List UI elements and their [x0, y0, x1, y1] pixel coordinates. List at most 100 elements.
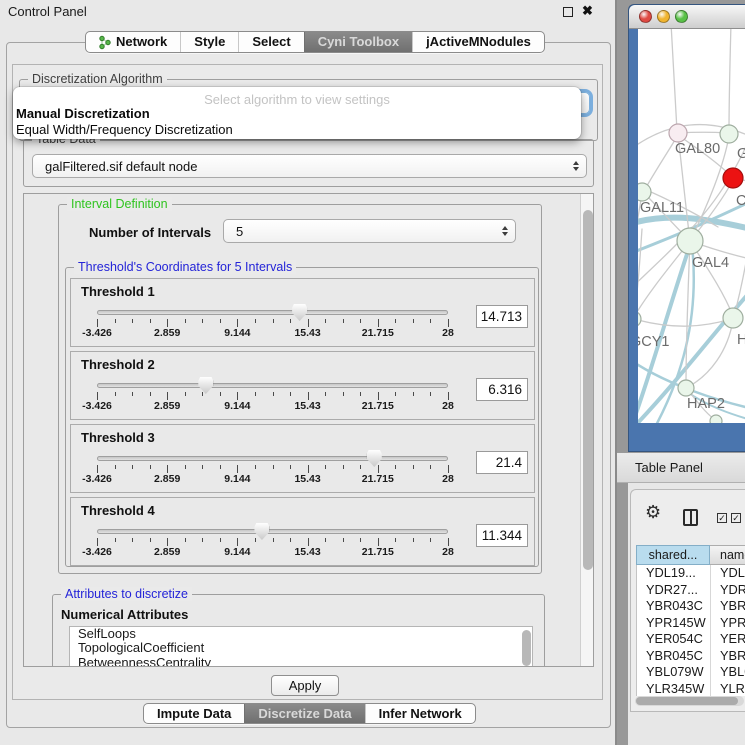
tab-label: Style — [194, 32, 225, 52]
table-row[interactable]: YBR045CYBR045C — [637, 648, 745, 665]
column-header-name[interactable]: name — [710, 545, 745, 565]
tab-infer-network[interactable]: Infer Network — [365, 704, 475, 723]
slider-track[interactable] — [97, 456, 448, 461]
slider-thumb[interactable] — [292, 304, 307, 321]
cell-name: YPR145W — [712, 615, 745, 632]
threshold-value-field[interactable]: 6.316 — [476, 378, 528, 401]
tab-network[interactable]: Network — [86, 32, 180, 52]
attribute-list-item[interactable]: BetweennessCentrality — [70, 656, 532, 667]
slider-tick — [325, 538, 326, 542]
split-columns-icon[interactable] — [683, 509, 698, 526]
threshold-label: Threshold 4 — [81, 503, 155, 518]
combo-stepper-icon — [502, 226, 508, 236]
settings-scrollbar-thumb[interactable] — [583, 210, 593, 570]
slider-tick — [237, 538, 238, 546]
tab-impute-data[interactable]: Impute Data — [144, 704, 244, 723]
network-node[interactable] — [677, 228, 703, 254]
slider-tick-label: 2.859 — [154, 327, 180, 339]
table-data-value: galFiltered.sif default node — [45, 159, 197, 174]
threshold-value-field[interactable]: 11.344 — [476, 524, 528, 547]
slider-track[interactable] — [97, 310, 448, 315]
table-row[interactable]: YBR043CYBR043C — [637, 598, 745, 615]
tab-select[interactable]: Select — [238, 32, 303, 52]
slider-tick — [378, 465, 379, 473]
network-node[interactable] — [723, 308, 743, 328]
slider-tick — [167, 538, 168, 546]
table-row[interactable]: YER054CYER054C — [637, 631, 745, 648]
table-row[interactable]: YLR345WYLR345W — [637, 681, 745, 697]
algorithm-option-equal-width[interactable]: Equal Width/Frequency Discretization — [16, 122, 233, 137]
slider-thumb[interactable] — [254, 523, 269, 540]
network-node[interactable] — [638, 311, 641, 327]
slider-tick — [132, 538, 133, 542]
settings-scrollpane: Interval Definition Number of Intervals … — [23, 193, 594, 667]
slider-tick-label: -3.426 — [82, 546, 112, 558]
tab-cyni-toolbox[interactable]: Cyni Toolbox — [304, 32, 412, 52]
network-node[interactable] — [638, 183, 651, 201]
network-window-titlebar[interactable] — [629, 5, 745, 29]
slider-thumb[interactable] — [198, 377, 213, 394]
checkbox-icon[interactable]: ✓ — [731, 513, 741, 523]
slider-thumb[interactable] — [367, 450, 382, 467]
slider-track[interactable] — [97, 529, 448, 534]
cell-name: YER054C — [712, 631, 745, 648]
slider-tick — [220, 538, 221, 542]
attribute-list-item[interactable]: SelfLoops — [70, 627, 532, 641]
minimize-traffic-light[interactable] — [657, 10, 670, 23]
gear-icon[interactable]: ⚙ — [645, 502, 661, 523]
slider-tick — [378, 392, 379, 400]
attribute-list-item[interactable]: TopologicalCoefficient — [70, 641, 532, 655]
network-node[interactable] — [723, 168, 743, 188]
network-node-label: H — [737, 332, 745, 348]
table-panel-toolbar-frame: ⚙ ✓ ✓ shared... name YDL19...YDL19...YDR… — [630, 489, 745, 712]
slider-tick — [150, 392, 151, 396]
slider-tick — [430, 465, 431, 469]
slider-tick — [167, 465, 168, 473]
control-panel-titlebar[interactable]: Control Panel ✖ — [0, 0, 615, 22]
number-of-intervals-combobox[interactable]: 5 — [223, 219, 516, 243]
network-node[interactable] — [669, 124, 687, 142]
table-row[interactable]: YPR145WYPR145W — [637, 615, 745, 632]
network-canvas[interactable]: GAL80GACGAL11GAL4GCY1HHAP2 — [638, 29, 745, 423]
apply-button[interactable]: Apply — [271, 675, 339, 696]
table-row[interactable]: YDR27...YDR27... — [637, 582, 745, 599]
slider-tick — [430, 538, 431, 542]
slider-track[interactable] — [97, 383, 448, 388]
combo-stepper-icon — [573, 161, 579, 171]
tab-discretize-data[interactable]: Discretize Data — [244, 704, 364, 723]
table-rows: YDL19...YDL19...YDR27...YDR27...YBR043CY… — [636, 565, 745, 696]
numerical-attributes-list[interactable]: SelfLoopsTopologicalCoefficientBetweenne… — [69, 626, 533, 667]
slider-tick — [290, 319, 291, 323]
slider-tick-label: 28 — [442, 473, 454, 485]
list-scrollbar-thumb[interactable] — [522, 630, 531, 666]
algorithm-option-manual[interactable]: Manual Discretization — [16, 106, 150, 121]
table-row[interactable]: YDL19...YDL19... — [637, 565, 745, 582]
slider-tick — [360, 392, 361, 396]
float-window-icon[interactable] — [563, 7, 573, 17]
table-hscrollbar-thumb[interactable] — [636, 697, 738, 705]
slider-tick-label: 15.43 — [294, 473, 320, 485]
slider-tick — [150, 319, 151, 323]
table-row[interactable]: YBL079WYBL079W — [637, 664, 745, 681]
network-node[interactable] — [678, 380, 694, 396]
cell-shared-name: YBR043C — [637, 598, 711, 615]
network-node[interactable] — [720, 125, 738, 143]
close-icon[interactable]: ✖ — [582, 3, 593, 19]
zoom-traffic-light[interactable] — [675, 10, 688, 23]
checkbox-icon[interactable]: ✓ — [717, 513, 727, 523]
table-hscrollbar-track[interactable] — [635, 696, 744, 706]
tab-jactivemnodules[interactable]: jActiveMNodules — [412, 32, 544, 52]
table-panel-titlebar[interactable]: Table Panel — [617, 452, 745, 483]
threshold-value-field[interactable]: 14.713 — [476, 305, 528, 328]
settings-scrollbar-track[interactable] — [580, 194, 594, 666]
close-traffic-light[interactable] — [639, 10, 652, 23]
threshold-value-field[interactable]: 21.4 — [476, 451, 528, 474]
network-node[interactable] — [710, 415, 722, 423]
tab-style[interactable]: Style — [180, 32, 238, 52]
table-data-combobox[interactable]: galFiltered.sif default node — [32, 154, 587, 178]
slider-tick — [150, 538, 151, 542]
table-data-group: Table Data galFiltered.sif default node — [23, 139, 594, 187]
slider-tick — [202, 465, 203, 469]
column-header-shared-name[interactable]: shared... — [636, 545, 710, 565]
tab-label: Impute Data — [157, 704, 231, 724]
